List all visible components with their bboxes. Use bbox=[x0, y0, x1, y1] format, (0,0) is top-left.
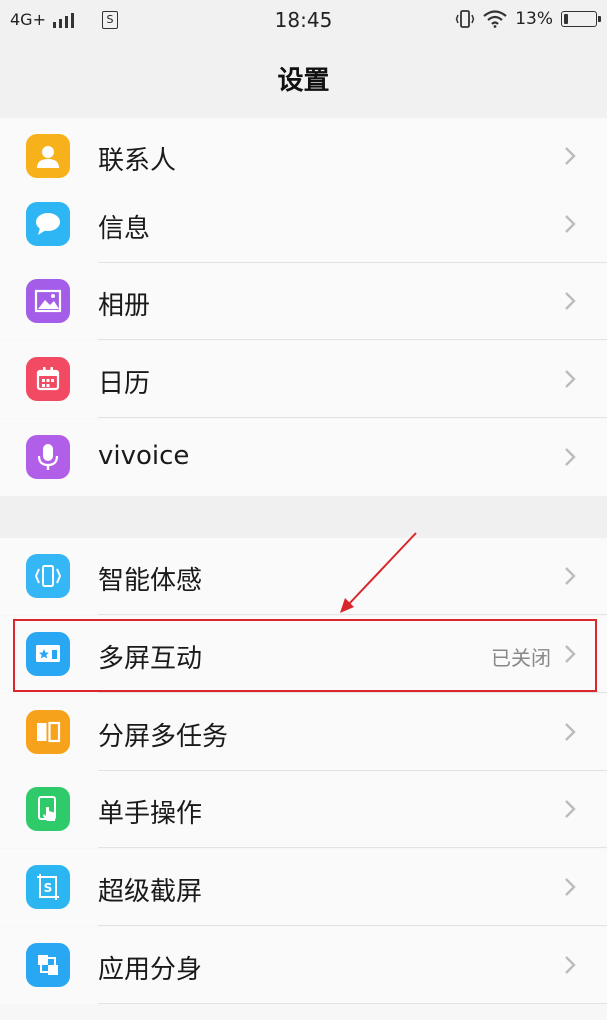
settings-item-label: 应用分身 bbox=[98, 955, 203, 985]
settings-item-split-screen[interactable]: 分屏多任务 bbox=[0, 694, 607, 771]
chevron-right-icon bbox=[565, 956, 576, 974]
settings-item-calendar[interactable]: 日历 bbox=[0, 341, 607, 418]
settings-item-contacts[interactable]: 联系人 bbox=[0, 118, 607, 195]
settings-item-vivoice[interactable]: vivoice bbox=[0, 419, 607, 496]
settings-item-app-clone[interactable]: 应用分身 bbox=[0, 927, 607, 1004]
calendar-icon bbox=[26, 357, 70, 401]
settings-item-label: vivoice bbox=[98, 441, 190, 471]
divider bbox=[98, 339, 607, 340]
divider bbox=[98, 1003, 607, 1004]
microphone-icon bbox=[26, 435, 70, 479]
battery-percent: 13% bbox=[515, 9, 553, 29]
one-hand-icon bbox=[26, 787, 70, 831]
battery-level bbox=[564, 14, 568, 24]
screenshot-icon: S bbox=[26, 865, 70, 909]
split-screen-icon bbox=[26, 710, 70, 754]
highlight-box bbox=[13, 619, 597, 692]
messages-icon bbox=[26, 202, 70, 246]
vibrate-icon bbox=[455, 10, 475, 28]
wifi-icon bbox=[483, 10, 507, 28]
chevron-right-icon bbox=[565, 567, 576, 585]
settings-item-screenshot[interactable]: S 超级截屏 bbox=[0, 849, 607, 926]
chevron-right-icon bbox=[565, 878, 576, 896]
settings-item-label: 单手操作 bbox=[98, 799, 203, 829]
chevron-right-icon bbox=[565, 370, 576, 388]
chevron-right-icon bbox=[565, 215, 576, 233]
contacts-icon bbox=[26, 134, 70, 178]
settings-item-label: 信息 bbox=[98, 214, 151, 244]
settings-item-label: 智能体感 bbox=[98, 566, 203, 596]
settings-item-label: 分屏多任务 bbox=[98, 722, 229, 752]
status-bar: 4G+ S 18:45 13% bbox=[0, 0, 607, 40]
divider bbox=[98, 925, 607, 926]
divider bbox=[98, 417, 607, 418]
settings-item-label: 相册 bbox=[98, 291, 151, 321]
settings-item-label: 联系人 bbox=[98, 146, 177, 176]
chevron-right-icon bbox=[565, 448, 576, 466]
gallery-icon bbox=[26, 279, 70, 323]
battery-icon bbox=[561, 11, 601, 27]
status-right: 13% bbox=[455, 9, 601, 29]
settings-item-label: 超级截屏 bbox=[98, 877, 203, 907]
chevron-right-icon bbox=[565, 723, 576, 741]
svg-text:S: S bbox=[44, 881, 53, 895]
settings-item-smart-motion[interactable]: 智能体感 bbox=[0, 538, 607, 615]
section-separator bbox=[0, 496, 607, 539]
divider bbox=[98, 847, 607, 848]
settings-item-label: 日历 bbox=[98, 369, 151, 399]
settings-item-messages[interactable]: 信息 bbox=[0, 186, 607, 263]
settings-item-one-hand[interactable]: 单手操作 bbox=[0, 771, 607, 848]
chevron-right-icon bbox=[565, 147, 576, 165]
divider bbox=[98, 692, 607, 693]
chevron-right-icon bbox=[565, 292, 576, 310]
settings-item-gallery[interactable]: 相册 bbox=[0, 263, 607, 340]
header: 设置 bbox=[0, 40, 607, 119]
page-title: 设置 bbox=[277, 66, 330, 96]
divider bbox=[98, 614, 607, 615]
chevron-right-icon bbox=[565, 800, 576, 818]
app-clone-icon bbox=[26, 943, 70, 987]
smart-motion-icon bbox=[26, 554, 70, 598]
